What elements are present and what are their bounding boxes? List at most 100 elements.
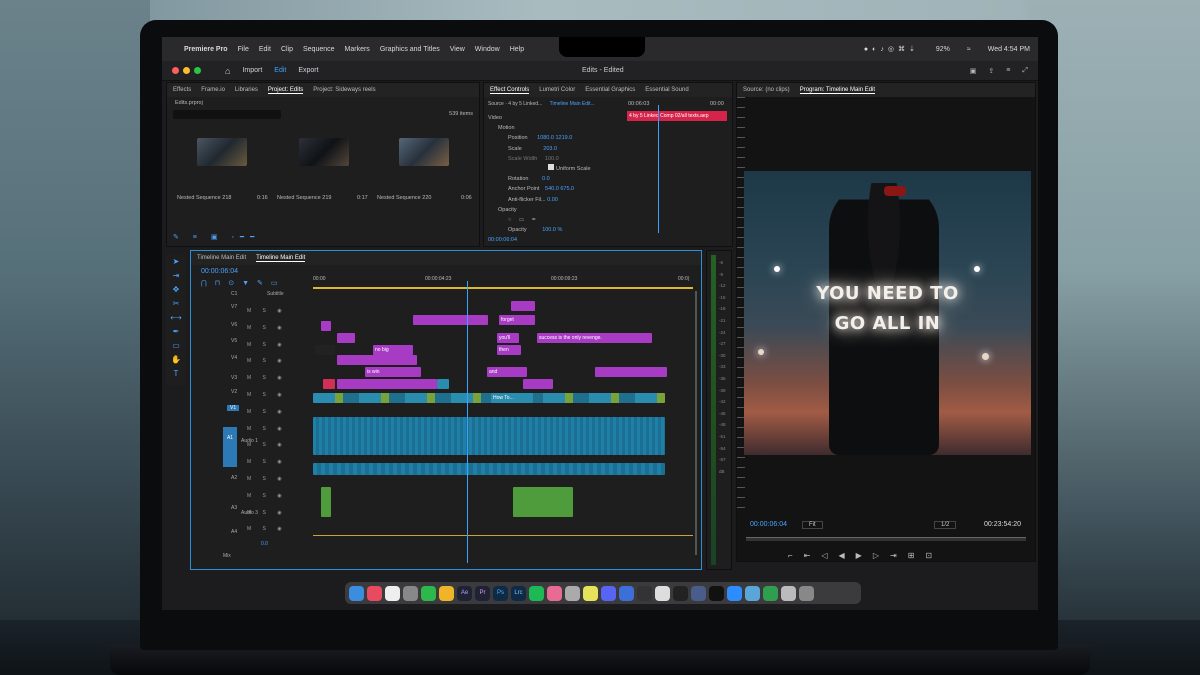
work-area-bar[interactable] xyxy=(313,287,693,289)
zoom-icon[interactable] xyxy=(194,67,201,74)
settings-icon[interactable] xyxy=(403,585,418,601)
app-icon[interactable] xyxy=(637,585,652,601)
discord-icon[interactable] xyxy=(601,585,616,601)
tab-lumetri[interactable]: Lumetri Color xyxy=(539,87,575,93)
menu-help[interactable]: Help xyxy=(510,46,524,53)
position-x[interactable]: 1080.0 xyxy=(537,135,554,141)
title-clip[interactable] xyxy=(595,367,667,377)
track-a1[interactable]: A1 xyxy=(223,427,237,467)
razor-tool-icon[interactable]: ✂ xyxy=(166,297,186,311)
scale-value[interactable]: 203.0 xyxy=(543,146,557,152)
launchpad-icon[interactable] xyxy=(367,585,382,601)
track-c1[interactable]: C1 xyxy=(231,291,237,297)
anchor-y[interactable]: 675.0 xyxy=(560,186,574,192)
rect-tool-icon[interactable]: ▭ xyxy=(166,339,186,353)
menu-sequence[interactable]: Sequence xyxy=(303,46,335,53)
track-v2[interactable]: V2 xyxy=(231,389,237,395)
chrome-icon[interactable] xyxy=(439,585,454,601)
tab-frameio[interactable]: Frame.io xyxy=(201,87,225,93)
menu-window[interactable]: Window xyxy=(475,46,500,53)
menu-app[interactable]: Premiere Pro xyxy=(184,46,228,53)
track-v6[interactable]: V6 xyxy=(231,322,237,328)
track-v4[interactable]: V4 xyxy=(231,355,237,361)
position-y[interactable]: 1219.0 xyxy=(555,135,572,141)
flicker-value[interactable]: 0.00 xyxy=(547,197,558,203)
tab-program[interactable]: Program: Timeline Main Edit xyxy=(799,87,876,94)
title-clip[interactable] xyxy=(337,379,437,389)
sequence-dropdown[interactable]: Timeline Main Edit... xyxy=(550,101,595,107)
title-clip[interactable] xyxy=(523,379,553,389)
notes-icon[interactable] xyxy=(385,585,400,601)
transport-controls[interactable]: ⌐⇤◁◀▶▷⇥⊞⊡ xyxy=(788,551,943,560)
hand-tool-icon[interactable]: ✋ xyxy=(166,353,186,367)
track-a2[interactable]: A2 xyxy=(231,475,237,481)
fullscreen-icon[interactable]: ⤢ xyxy=(1022,67,1028,75)
v1-clips[interactable] xyxy=(313,393,665,403)
menu-icon[interactable]: ≡ xyxy=(1006,67,1010,75)
bin-thumbnail[interactable] xyxy=(399,138,449,166)
menu-edit[interactable]: Edit xyxy=(259,46,271,53)
messages-icon[interactable] xyxy=(421,585,436,601)
bin-thumbnail[interactable] xyxy=(299,138,349,166)
trash-icon[interactable] xyxy=(799,585,814,601)
track-v7[interactable]: V7 xyxy=(231,304,237,310)
type-tool-icon[interactable]: T xyxy=(166,367,186,381)
menu-file[interactable]: File xyxy=(238,46,249,53)
title-clip-forget[interactable]: forget xyxy=(499,315,535,325)
menu-markers[interactable]: Markers xyxy=(345,46,370,53)
timeline-toolbar[interactable]: ⋂⊓⊙▼✎▭ xyxy=(201,279,285,287)
track-a4[interactable]: A4 xyxy=(231,529,237,535)
tab-libraries[interactable]: Libraries xyxy=(235,87,258,93)
anchor-x[interactable]: 540.0 xyxy=(545,186,559,192)
track-v3[interactable]: V3 xyxy=(231,375,237,381)
project-toolbar[interactable]: ✎ ≡ ▣ ◦━━ xyxy=(173,233,473,243)
item-name[interactable]: Nested Sequence 218 xyxy=(177,195,231,201)
track-toggles[interactable]: M S ◉ M S ◉ M S ◉ M S ◉ M S ◉ M S ◉ M S ◉ M S ◉… xyxy=(247,303,303,543)
item-name[interactable]: Nested Sequence 220 xyxy=(377,195,431,201)
a2-waveform[interactable] xyxy=(313,463,665,475)
title-clip[interactable] xyxy=(321,321,331,331)
spotify-icon[interactable] xyxy=(529,585,544,601)
app-icon[interactable] xyxy=(781,585,796,601)
video-clip[interactable] xyxy=(437,379,449,389)
tab-timeline-2[interactable]: Timeline Main Edit xyxy=(256,255,306,262)
close-icon[interactable] xyxy=(172,67,179,74)
timeline-playhead[interactable] xyxy=(467,281,468,563)
rotation-value[interactable]: 0.0 xyxy=(542,176,550,182)
clip-bar[interactable]: 4 by 5 Linked Comp 02/all texts.aep xyxy=(627,111,727,121)
workspace-edit[interactable]: Edit xyxy=(274,67,286,74)
app-icon[interactable] xyxy=(763,585,778,601)
program-scrubber[interactable] xyxy=(746,537,1026,541)
clip-red[interactable] xyxy=(323,379,335,389)
search-input[interactable] xyxy=(173,110,281,119)
track-v5[interactable]: V5 xyxy=(231,338,237,344)
title-clip[interactable] xyxy=(337,333,355,343)
mask-tools[interactable]: ○ ▭ ✒ xyxy=(488,215,623,225)
track-area[interactable]: forget you'll success is the only reveng… xyxy=(313,291,693,559)
title-clip[interactable] xyxy=(511,301,535,311)
menu-clip[interactable]: Clip xyxy=(281,46,293,53)
title-clip[interactable] xyxy=(413,315,488,325)
obs-icon[interactable] xyxy=(709,585,724,601)
video-clip-howto[interactable]: How To... xyxy=(491,393,533,403)
quality-dropdown[interactable]: 1/2 xyxy=(934,521,957,529)
item-name[interactable]: Nested Sequence 219 xyxy=(277,195,331,201)
workspace-import[interactable]: Import xyxy=(242,67,262,74)
window-controls[interactable] xyxy=(172,67,201,74)
title-clip-big[interactable]: no big xyxy=(373,345,413,355)
home-icon[interactable]: ⌂ xyxy=(225,66,230,76)
title-clip[interactable] xyxy=(337,355,417,365)
opacity-heading[interactable]: Opacity xyxy=(488,205,623,215)
a3-clip[interactable] xyxy=(513,487,573,517)
app-icon[interactable] xyxy=(583,585,598,601)
title-clip-then[interactable]: then xyxy=(497,345,521,355)
playhead[interactable] xyxy=(658,105,659,233)
clip-black[interactable] xyxy=(315,345,335,355)
tab-project-edits[interactable]: Project: Edits xyxy=(267,87,304,94)
title-clip-youll[interactable]: you'll xyxy=(497,333,519,343)
title-clip-revenge[interactable]: success is the only revenge. xyxy=(537,333,652,343)
menu-view[interactable]: View xyxy=(450,46,465,53)
bin-thumbnail[interactable] xyxy=(197,138,247,166)
finder-icon[interactable] xyxy=(349,585,364,601)
track-a3[interactable]: A3 xyxy=(231,505,237,511)
